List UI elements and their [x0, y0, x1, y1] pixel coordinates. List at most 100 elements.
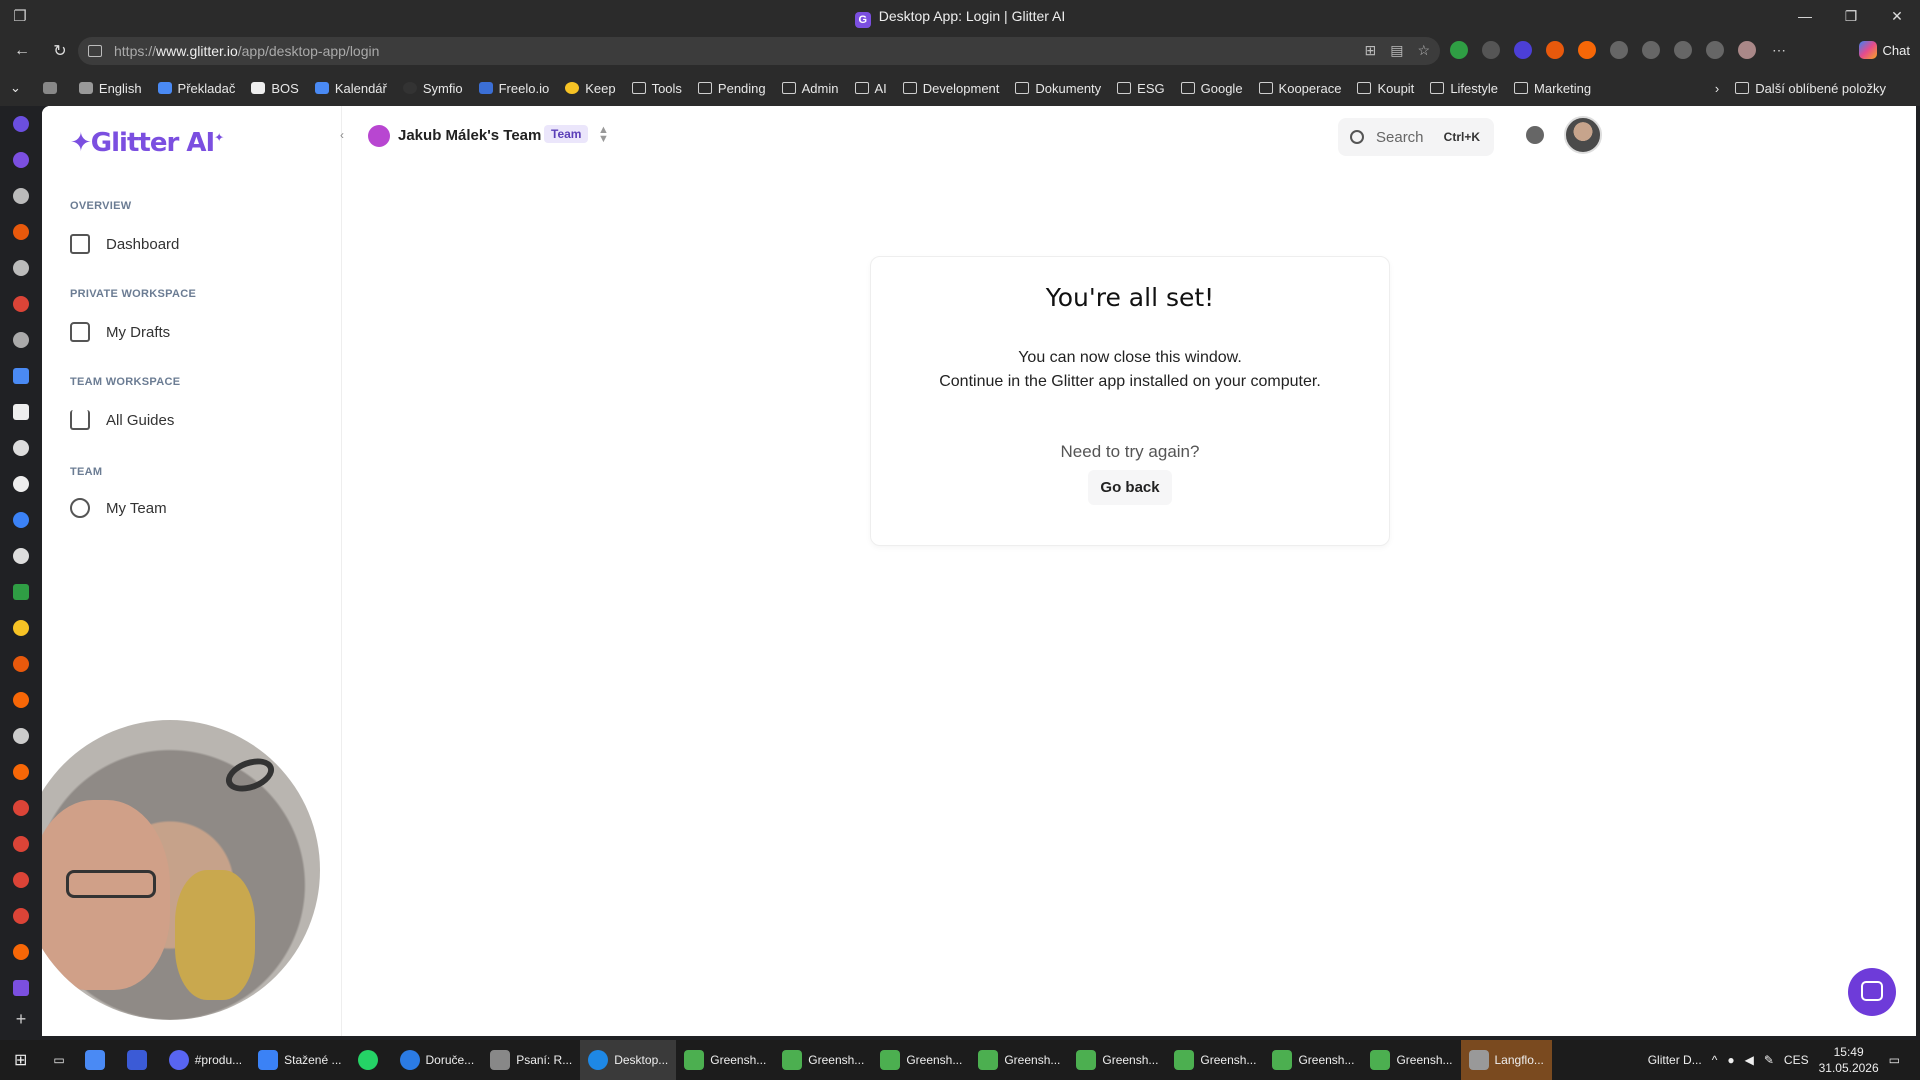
sidebar-app-icon[interactable] — [13, 116, 29, 132]
sidebar-app-icon[interactable] — [13, 512, 29, 528]
taskbar-app[interactable] — [350, 1040, 392, 1080]
address-bar[interactable]: https://www.glitter.io/app/desktop-app/l… — [78, 37, 1440, 65]
bookmark-folder[interactable]: ESG — [1117, 81, 1165, 96]
notifications-icon[interactable]: ▭ — [1889, 1053, 1900, 1067]
taskbar-app[interactable]: #produ... — [161, 1040, 250, 1080]
sidebar-app-icon[interactable] — [13, 548, 29, 564]
task-view-icon[interactable]: ▭ — [41, 1040, 76, 1080]
bookmark-folder[interactable]: Pending — [697, 81, 766, 96]
sidebar-app-icon[interactable] — [13, 908, 29, 924]
collapse-sidebar-icon[interactable]: ‹ — [334, 128, 350, 144]
sidebar-app-icon[interactable] — [13, 656, 29, 672]
user-avatar[interactable] — [1564, 116, 1602, 154]
bookmark-item[interactable]: Keep — [565, 81, 616, 96]
user-icon[interactable] — [1526, 126, 1544, 144]
search-button[interactable]: Search Ctrl+K — [1338, 118, 1494, 156]
bookmark-folder[interactable]: Marketing — [1514, 81, 1591, 96]
profile-avatar[interactable] — [1738, 41, 1756, 59]
app-available-icon[interactable]: ⊞ — [1364, 42, 1376, 59]
taskbar-app[interactable]: Greensh... — [774, 1040, 872, 1080]
reader-icon[interactable]: ▤ — [1390, 42, 1403, 59]
go-back-button[interactable]: Go back — [1088, 470, 1172, 505]
team-name[interactable]: Jakub Málek's Team — [398, 127, 541, 144]
bookmark-folder[interactable]: Lifestyle — [1430, 81, 1498, 96]
sidebar-app-icon[interactable] — [13, 368, 29, 384]
team-switcher-icon[interactable]: ▲ ▼ — [598, 125, 609, 145]
sidebar-app-icon[interactable] — [13, 692, 29, 708]
clock[interactable]: 15:49 31.05.2026 — [1819, 1044, 1879, 1076]
reload-icon[interactable]: ↻ — [44, 41, 76, 61]
bookmark-folder[interactable]: Tools — [631, 81, 682, 96]
sidebar-app-icon[interactable] — [13, 188, 29, 204]
bookmark-item[interactable]: Kalendář — [314, 81, 387, 96]
browser-essentials-icon[interactable] — [1706, 41, 1724, 59]
taskbar-app[interactable]: Psaní: R... — [482, 1040, 580, 1080]
chevron-right-icon[interactable]: › — [1715, 81, 1719, 96]
favorites-icon[interactable] — [1674, 41, 1692, 59]
copilot-chat-button[interactable]: Chat — [1858, 41, 1910, 59]
bookmark-item[interactable] — [42, 82, 63, 94]
bookmark-folder[interactable]: Dokumenty — [1015, 81, 1101, 96]
extension-icon[interactable] — [1482, 41, 1500, 59]
taskbar-app[interactable]: Greensh... — [676, 1040, 774, 1080]
bookmark-folder[interactable]: Admin — [781, 81, 839, 96]
sidebar-app-icon[interactable] — [13, 764, 29, 780]
split-screen-icon[interactable] — [1642, 41, 1660, 59]
sidebar-app-icon[interactable] — [13, 440, 29, 456]
taskbar-app[interactable]: Greensh... — [970, 1040, 1068, 1080]
bookmark-folder[interactable]: AI — [854, 81, 887, 96]
bookmark-item[interactable]: English — [78, 81, 142, 96]
taskbar-app[interactable]: Stažené ... — [250, 1040, 349, 1080]
bookmark-item[interactable]: BOS — [251, 81, 299, 96]
close-window-button[interactable]: ✕ — [1874, 0, 1920, 32]
sidebar-app-icon[interactable] — [13, 584, 29, 600]
url-text[interactable]: https://www.glitter.io/app/desktop-app/l… — [114, 43, 379, 59]
sidebar-app-icon[interactable] — [13, 476, 29, 492]
sidebar-app-icon[interactable] — [13, 980, 29, 996]
speaker-icon[interactable]: ◀ — [1745, 1053, 1754, 1067]
microphone-icon[interactable]: ● — [1727, 1053, 1734, 1067]
extension-icon[interactable] — [1578, 41, 1596, 59]
sidebar-app-icon[interactable] — [13, 260, 29, 276]
add-sidebar-app-icon[interactable]: + — [0, 1009, 42, 1030]
back-icon[interactable]: ← — [6, 42, 38, 60]
taskbar-app[interactable]: Desktop... — [580, 1040, 677, 1080]
taskbar-app[interactable]: Greensh... — [1166, 1040, 1264, 1080]
sidebar-app-icon[interactable] — [13, 224, 29, 240]
bookmark-folder[interactable]: Koupit — [1357, 81, 1414, 96]
taskbar-app-glitter[interactable]: Glitter D... — [1648, 1053, 1702, 1067]
support-chat-button[interactable] — [1848, 968, 1896, 1016]
taskbar-app[interactable]: Greensh... — [1264, 1040, 1362, 1080]
extension-icon[interactable] — [1514, 41, 1532, 59]
tab-actions-icon[interactable]: ⌄ — [10, 80, 21, 96]
sidebar-item-my-drafts[interactable]: My Drafts — [70, 322, 170, 342]
sidebar-app-icon[interactable] — [13, 152, 29, 168]
bookmark-item[interactable]: Překladač — [157, 81, 235, 96]
glitter-logo[interactable]: ✦Glitter AI✦ — [70, 128, 224, 158]
sidebar-app-icon[interactable] — [13, 728, 29, 744]
start-icon[interactable]: ⊞ — [0, 1040, 41, 1080]
favorite-star-icon[interactable]: ☆ — [1417, 42, 1430, 59]
sidebar-app-icon[interactable] — [13, 332, 29, 348]
taskbar-app[interactable]: Doruče... — [392, 1040, 483, 1080]
sidebar-app-icon[interactable] — [13, 800, 29, 816]
taskbar-app[interactable]: Langflo... — [1460, 1040, 1552, 1080]
bookmark-folder[interactable]: Google — [1180, 81, 1243, 96]
sidebar-app-icon[interactable] — [13, 404, 29, 420]
taskbar-app[interactable]: Greensh... — [872, 1040, 970, 1080]
sidebar-app-icon[interactable] — [13, 620, 29, 636]
taskbar-app[interactable] — [119, 1040, 161, 1080]
sidebar-item-my-team[interactable]: My Team — [70, 498, 167, 518]
site-info-icon[interactable] — [88, 45, 102, 57]
taskbar-app[interactable]: Greensh... — [1362, 1040, 1460, 1080]
taskbar-app[interactable]: Greensh... — [1068, 1040, 1166, 1080]
bookmark-item[interactable]: Symfio — [402, 81, 463, 96]
minimize-button[interactable]: — — [1782, 0, 1828, 32]
sidebar-item-all-guides[interactable]: All Guides — [70, 410, 174, 430]
pen-icon[interactable]: ✎ — [1764, 1053, 1774, 1067]
bookmark-item[interactable]: Freelo.io — [478, 81, 549, 96]
team-avatar[interactable] — [368, 125, 390, 147]
sidebar-app-icon[interactable] — [13, 944, 29, 960]
extensions-puzzle-icon[interactable] — [1610, 41, 1628, 59]
extension-icon[interactable] — [1450, 41, 1468, 59]
